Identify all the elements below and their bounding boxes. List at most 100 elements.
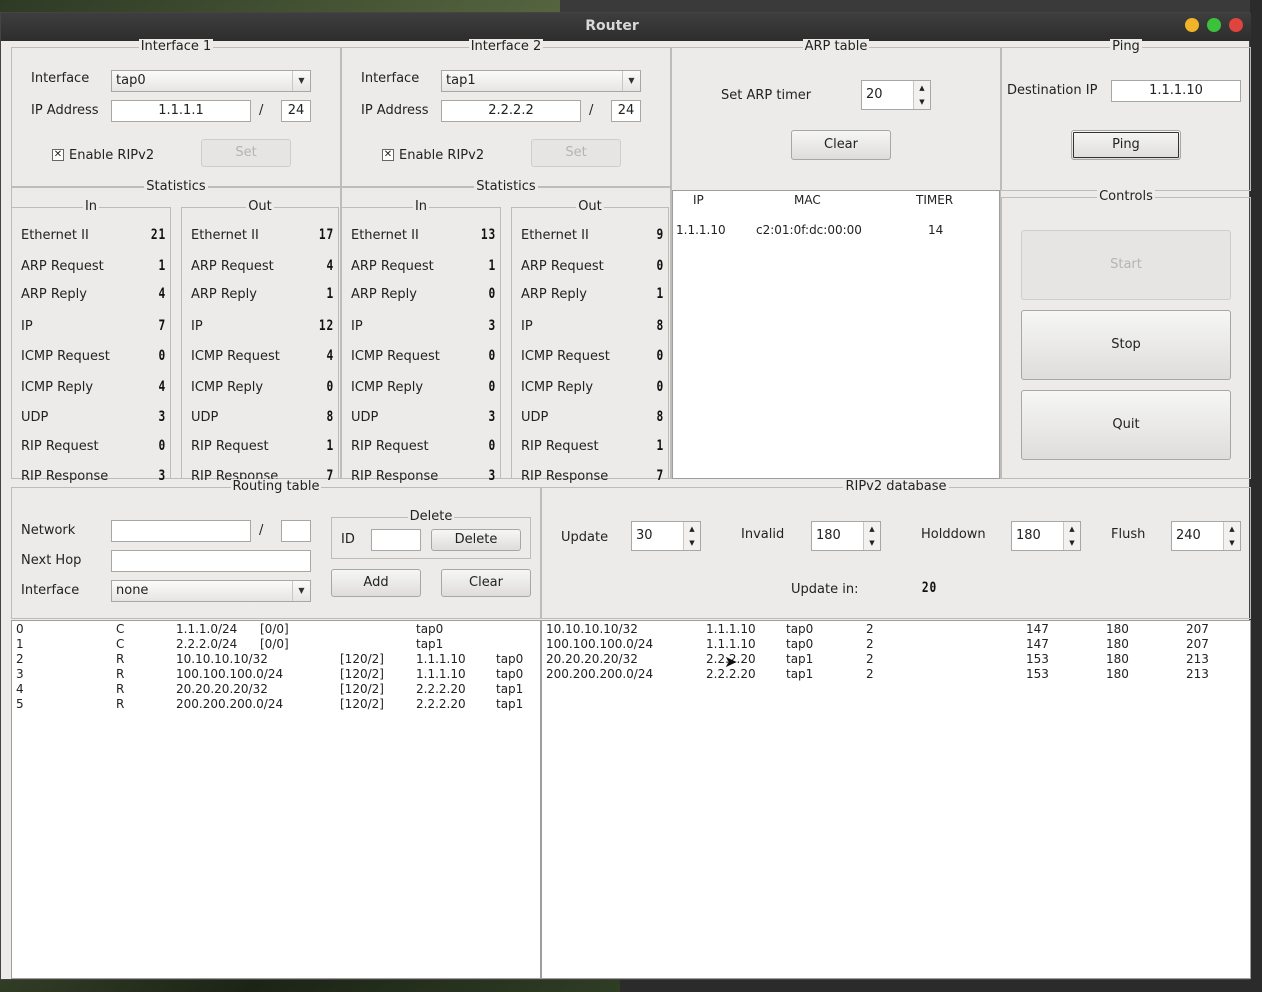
table-row[interactable]: 5 R 200.200.200.0/24 [120/2] 2.2.2.20 tap1 <box>12 697 540 712</box>
set-1-button[interactable]: Set <box>201 139 291 167</box>
interface-1-value: tap0 <box>116 73 146 88</box>
table-cell: 2 <box>16 652 24 666</box>
arp-row[interactable]: 1.1.1.10 c2:01:0f:dc:00:00 14 <box>673 223 999 238</box>
maximize-button[interactable] <box>1207 18 1221 32</box>
stat-counter: 1 <box>656 438 664 454</box>
window-title: Router <box>585 18 639 34</box>
flush-spinbox[interactable]: 240 ▲ ▼ <box>1171 521 1241 551</box>
table-row[interactable]: 2 R 10.10.10.10/32 [120/2] 1.1.1.10 tap0 <box>12 652 540 667</box>
table-cell: [0/0] <box>260 622 289 636</box>
start-button[interactable]: Start <box>1021 230 1231 300</box>
stat-label: RIP Request <box>351 439 429 454</box>
table-cell: 20.20.20.20/32 <box>546 652 638 666</box>
arp-clear-button[interactable]: Clear <box>791 130 891 160</box>
stat-counter: 1 <box>326 438 334 454</box>
route-clear-button[interactable]: Clear <box>441 569 531 597</box>
table-cell: 2 <box>866 637 874 651</box>
spin-up-icon[interactable]: ▲ <box>1224 522 1240 536</box>
table-cell: 207 <box>1186 622 1209 636</box>
table-cell: R <box>116 697 125 711</box>
flush-value: 240 <box>1176 528 1201 543</box>
mask-1-input[interactable]: 24 <box>281 100 311 122</box>
table-cell: tap0 <box>416 622 444 636</box>
table-row[interactable]: 1 C 2.2.2.0/24 [0/0] tap1 <box>12 637 540 652</box>
spin-up-icon[interactable]: ▲ <box>914 81 930 95</box>
table-cell: C <box>116 637 125 651</box>
quit-button[interactable]: Quit <box>1021 390 1231 460</box>
interface-2-label: Interface <box>361 71 420 86</box>
table-row[interactable]: 200.200.200.0/24 2.2.2.20 tap1 2 153 180 213 <box>542 667 1250 682</box>
table-row[interactable]: 100.100.100.0/24 1.1.1.10 tap0 2 147 180 207 <box>542 637 1250 652</box>
table-cell: 180 <box>1106 637 1129 651</box>
spin-down-icon[interactable]: ▼ <box>864 536 880 550</box>
table-cell: tap1 <box>786 652 814 666</box>
spin-up-icon[interactable]: ▲ <box>684 522 700 536</box>
rip-table: 10.10.10.10/32 1.1.1.10 tap0 2 147 180 207 100.… <box>541 620 1251 979</box>
interface-2-select[interactable]: tap1 ▼ <box>441 70 641 92</box>
ripv2-1-checkbox[interactable]: ✕ <box>52 149 64 161</box>
mask-2-input[interactable]: 24 <box>611 100 641 122</box>
dest-ip-input[interactable]: 1.1.1.10 <box>1111 80 1241 102</box>
stat-label: Ethernet II <box>351 228 419 243</box>
id-input[interactable] <box>371 529 421 551</box>
spin-down-icon[interactable]: ▼ <box>684 536 700 550</box>
close-button[interactable] <box>1229 18 1243 32</box>
minimize-button[interactable] <box>1185 18 1199 32</box>
controls-title: Controls <box>1097 189 1155 204</box>
network-mask-input[interactable] <box>281 520 311 542</box>
table-cell: 100.100.100.0/24 <box>176 667 284 681</box>
ip-1-input[interactable]: 1.1.1.1 <box>111 100 251 122</box>
add-button[interactable]: Add <box>331 569 421 597</box>
arp-header-ip: IP <box>693 193 704 207</box>
stat-label: ICMP Reply <box>191 380 264 395</box>
stat-label: ARP Reply <box>21 287 87 302</box>
table-cell: 1.1.1.10 <box>416 667 466 681</box>
interface-2-value: tap1 <box>446 73 476 88</box>
stop-button[interactable]: Stop <box>1021 310 1231 380</box>
nexthop-label: Next Hop <box>21 553 82 568</box>
table-row[interactable]: 4 R 20.20.20.20/32 [120/2] 2.2.2.20 tap1 <box>12 682 540 697</box>
stat-label: UDP <box>21 410 49 425</box>
stat-counter: 0 <box>158 348 166 364</box>
table-row[interactable]: 0 C 1.1.1.0/24 [0/0] tap0 <box>12 622 540 637</box>
stat-counter: 0 <box>488 379 496 395</box>
interface-1-select[interactable]: tap0 ▼ <box>111 70 311 92</box>
ping-button[interactable]: Ping <box>1071 130 1181 160</box>
update-spinbox[interactable]: 30 ▲ ▼ <box>631 521 701 551</box>
table-cell: 2.2.2.20 <box>416 697 466 711</box>
ripv2-2-checkbox[interactable]: ✕ <box>382 149 394 161</box>
invalid-spinbox[interactable]: 180 ▲ ▼ <box>811 521 881 551</box>
table-cell: 153 <box>1026 667 1049 681</box>
route-interface-select[interactable]: none ▼ <box>111 580 311 602</box>
table-row[interactable]: 20.20.20.20/32 2.2.2.20 tap1 2 153 180 213 <box>542 652 1250 667</box>
set-2-button[interactable]: Set <box>531 139 621 167</box>
stat-label: ICMP Request <box>521 349 610 364</box>
spin-down-icon[interactable]: ▼ <box>1064 536 1080 550</box>
table-cell: 2 <box>866 652 874 666</box>
table-row[interactable]: 3 R 100.100.100.0/24 [120/2] 1.1.1.10 tap0 <box>12 667 540 682</box>
ip-2-label: IP Address <box>361 103 429 118</box>
spin-up-icon[interactable]: ▲ <box>864 522 880 536</box>
arp-title: ARP table <box>802 39 870 54</box>
table-cell: 0 <box>16 622 24 636</box>
ip-2-input[interactable]: 2.2.2.2 <box>441 100 581 122</box>
table-cell: 1.1.1.10 <box>706 637 756 651</box>
arp-cell-ip: 1.1.1.10 <box>676 223 726 237</box>
spin-up-icon[interactable]: ▲ <box>1064 522 1080 536</box>
stat-label: Ethernet II <box>521 228 589 243</box>
delete-button[interactable]: Delete <box>431 529 521 551</box>
ip-2-slash: / <box>589 103 594 118</box>
nexthop-input[interactable] <box>111 550 311 572</box>
spin-down-icon[interactable]: ▼ <box>1224 536 1240 550</box>
ip-1-label: IP Address <box>31 103 99 118</box>
stat-counter: 12 <box>318 318 334 334</box>
statistics-2-title: Statistics <box>474 179 538 194</box>
table-cell: tap1 <box>416 637 444 651</box>
update-in-label: Update in: <box>791 582 859 597</box>
holddown-spinbox[interactable]: 180 ▲ ▼ <box>1011 521 1081 551</box>
network-input[interactable] <box>111 520 251 542</box>
arp-timer-spinbox[interactable]: 20 ▲ ▼ <box>861 80 931 110</box>
table-cell: 180 <box>1106 667 1129 681</box>
table-row[interactable]: 10.10.10.10/32 1.1.1.10 tap0 2 147 180 207 <box>542 622 1250 637</box>
spin-down-icon[interactable]: ▼ <box>914 95 930 109</box>
